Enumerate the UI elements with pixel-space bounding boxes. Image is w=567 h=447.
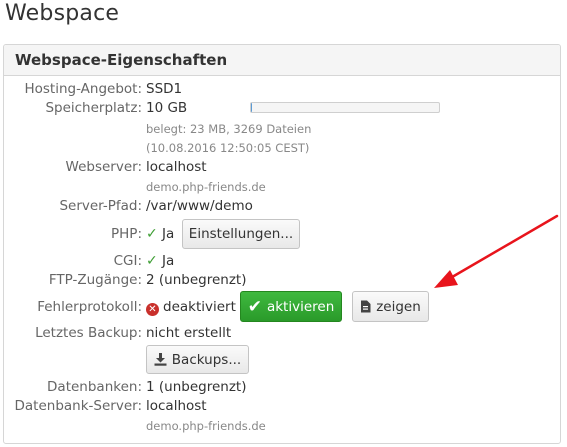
backups-button-label: Backups... bbox=[171, 351, 242, 368]
document-icon bbox=[361, 300, 371, 313]
storage-detail-used: belegt: 23 MB, 3269 Dateien bbox=[146, 122, 312, 136]
page-title: Webspace bbox=[5, 1, 120, 26]
activate-button-label: aktivieren bbox=[266, 298, 335, 315]
webserver-value: localhost bbox=[146, 159, 207, 175]
php-label: PHP: bbox=[111, 226, 142, 242]
ftp-value: 2 (unbegrenzt) bbox=[146, 272, 247, 288]
error-log-status-text: deaktiviert bbox=[163, 299, 236, 315]
db-server-label: Datenbank-Server: bbox=[14, 398, 143, 414]
check-icon: ✓ bbox=[146, 253, 158, 269]
webserver-domain: demo.php-friends.de bbox=[146, 180, 266, 194]
databases-label: Datenbanken: bbox=[47, 379, 142, 395]
php-status: Ja bbox=[162, 226, 175, 242]
server-path-label: Server-Pfad: bbox=[59, 198, 142, 214]
db-server-domain: demo.php-friends.de bbox=[146, 419, 266, 433]
hosting-value: SSD1 bbox=[146, 81, 183, 97]
cgi-value: ✓ Ja bbox=[146, 253, 174, 269]
checkmark-icon: ✔ bbox=[247, 296, 262, 317]
db-server-value: localhost bbox=[146, 398, 207, 414]
backup-label: Letztes Backup: bbox=[35, 325, 142, 341]
check-icon: ✓ bbox=[146, 226, 158, 242]
php-value: ✓ Ja bbox=[146, 226, 174, 242]
storage-usage-bar bbox=[250, 102, 440, 113]
storage-label: Speicherplatz: bbox=[45, 100, 142, 116]
php-settings-button-label: Einstellungen... bbox=[188, 226, 294, 242]
databases-value: 1 (unbegrenzt) bbox=[146, 379, 247, 395]
webspace-properties-panel: Webspace-Eigenschaften Hosting-Angebot: … bbox=[3, 44, 561, 444]
hosting-label: Hosting-Angebot: bbox=[24, 81, 142, 97]
cgi-status: Ja bbox=[162, 253, 175, 269]
server-path-value: /var/www/demo bbox=[146, 198, 253, 214]
show-log-button[interactable]: zeigen bbox=[352, 291, 429, 322]
page: Webspace Webspace-Eigenschaften Hosting-… bbox=[0, 0, 567, 447]
error-log-label: Fehlerprotokoll: bbox=[37, 299, 142, 315]
error-icon: ✕ bbox=[146, 303, 159, 316]
download-icon bbox=[154, 353, 167, 366]
panel-heading: Webspace-Eigenschaften bbox=[4, 45, 560, 76]
activate-button[interactable]: ✔ aktivieren bbox=[240, 291, 342, 322]
backups-button[interactable]: Backups... bbox=[146, 345, 249, 374]
show-log-button-label: zeigen bbox=[376, 298, 421, 315]
cgi-label: CGI: bbox=[113, 253, 142, 269]
webserver-label: Webserver: bbox=[65, 159, 142, 175]
storage-value: 10 GB bbox=[146, 100, 188, 116]
error-log-status: ✕ deaktiviert bbox=[146, 299, 236, 316]
ftp-label: FTP-Zugänge: bbox=[48, 272, 142, 288]
storage-detail-timestamp: (10.08.2016 12:50:05 CEST) bbox=[146, 141, 310, 155]
php-settings-button[interactable]: Einstellungen... bbox=[182, 219, 300, 249]
backup-value: nicht erstellt bbox=[146, 325, 232, 341]
